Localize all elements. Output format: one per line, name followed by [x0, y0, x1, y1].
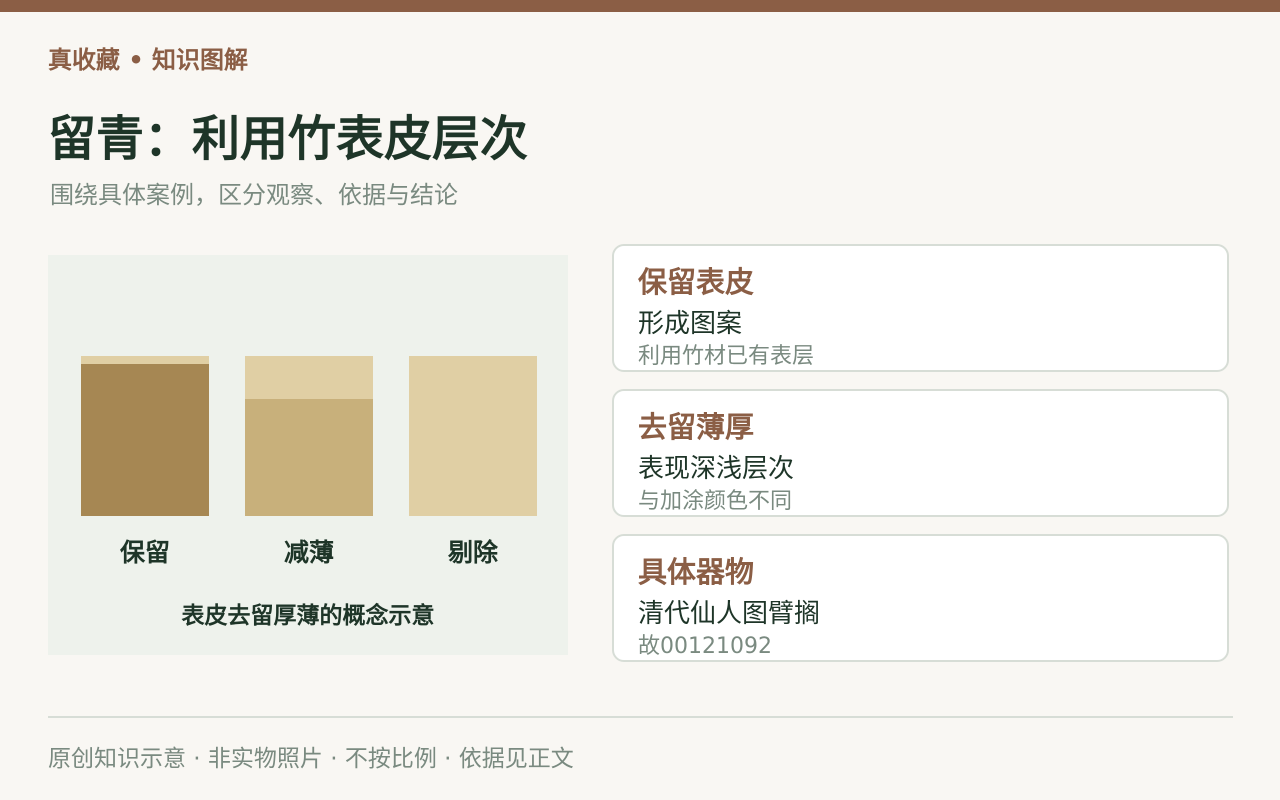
footer-divider [48, 716, 1233, 718]
card-body: 形成图案 [638, 309, 743, 339]
top-accent-bar [0, 0, 1280, 12]
info-card-object: 具体器物 清代仙人图臂搁 故00121092 [612, 534, 1229, 662]
footer-note: 原创知识示意 · 非实物照片 · 不按比例 · 依据见正文 [48, 746, 574, 772]
card-note: 与加涂颜色不同 [638, 489, 793, 514]
info-card-thickness: 去留薄厚 表现深浅层次 与加涂颜色不同 [612, 389, 1229, 517]
page-title: 留青：利用竹表皮层次 [48, 111, 529, 167]
diagram-caption: 表皮去留厚薄的概念示意 [181, 603, 435, 629]
block-remove-label: 剔除 [447, 538, 498, 567]
block-remove [409, 356, 537, 516]
card-note: 故00121092 [638, 634, 772, 659]
block-thin [245, 356, 373, 516]
brand-label: 真收藏 • 知识图解 [48, 46, 249, 74]
page-subtitle: 围绕具体案例，区分观察、依据与结论 [50, 181, 458, 209]
info-card-keep-skin: 保留表皮 形成图案 利用竹材已有表层 [612, 244, 1229, 372]
block-keep [81, 356, 209, 516]
card-title: 具体器物 [638, 555, 755, 589]
card-body: 清代仙人图臂搁 [638, 599, 821, 629]
card-title: 保留表皮 [638, 265, 755, 299]
block-keep-label: 保留 [119, 538, 170, 567]
card-note: 利用竹材已有表层 [638, 344, 815, 369]
card-title: 去留薄厚 [638, 410, 755, 444]
card-body: 表现深浅层次 [638, 454, 795, 484]
block-thin-remaining-skin [245, 399, 373, 516]
block-keep-remaining-skin [81, 364, 209, 516]
block-thin-label: 减薄 [283, 538, 334, 567]
diagram-panel: 保留 减薄 剔除 表皮去留厚薄的概念示意 [48, 255, 568, 655]
